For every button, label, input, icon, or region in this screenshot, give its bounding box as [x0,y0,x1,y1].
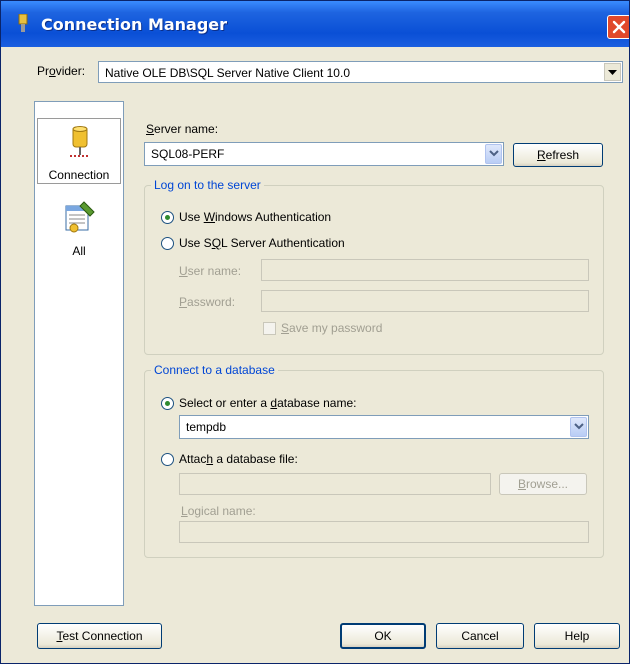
properties-grid-icon [65,201,95,233]
provider-dropdown-button[interactable] [604,63,621,81]
database-group-title: Connect to a database [151,363,278,377]
plug-icon [18,14,28,32]
database-dropdown-button[interactable] [570,417,587,437]
windows-auth-radio[interactable] [161,211,174,224]
select-database-radio[interactable] [161,397,174,410]
logical-name-input[interactable] [179,521,589,543]
password-input[interactable] [261,290,589,312]
sidebar-item-all[interactable]: All [37,198,121,260]
close-button[interactable] [607,15,629,39]
help-button[interactable]: Help [534,623,620,649]
server-name-combo[interactable]: SQL08-PERF [144,142,504,166]
attach-database-label[interactable]: Attach a database file: [179,452,298,466]
database-file-input[interactable] [179,473,491,495]
title-bar[interactable]: Connection Manager [1,1,629,47]
database-name-combo[interactable]: tempdb [179,415,589,439]
windows-auth-label[interactable]: Use Windows Authentication [179,210,331,224]
select-database-label[interactable]: Select or enter a database name: [179,396,356,410]
test-connection-button[interactable]: Test Connection [37,623,162,649]
logon-group-title: Log on to the server [151,178,264,192]
server-name-label: Server name: [146,122,219,136]
database-connection-icon [70,126,90,157]
sql-auth-label[interactable]: Use SQL Server Authentication [179,236,345,250]
page-sidebar: Connection All [34,101,124,606]
ok-button[interactable]: OK [340,623,426,649]
password-label: Password: [179,295,236,309]
refresh-button[interactable]: Refresh [513,143,603,167]
cancel-button[interactable]: Cancel [436,623,524,649]
window-title: Connection Manager [41,15,228,34]
chevron-down-icon [608,70,617,75]
server-dropdown-button[interactable] [485,144,502,164]
save-password-label[interactable]: Save my password [281,321,382,335]
provider-label: Provider: [37,64,86,78]
user-name-label: User name: [179,264,242,278]
user-name-input[interactable] [261,259,589,281]
provider-select[interactable]: Native OLE DB\SQL Server Native Client 1… [98,61,623,83]
attach-database-radio[interactable] [161,453,174,466]
chevron-down-icon [489,150,499,157]
connection-manager-window: Connection Manager Provider: Native OLE … [0,0,630,664]
sidebar-item-label: Connection [48,168,110,182]
save-password-checkbox[interactable] [263,322,276,335]
browse-button[interactable]: Browse... [499,473,587,495]
chevron-down-icon [574,423,584,430]
logical-name-label: Logical name: [181,504,256,518]
sidebar-item-connection[interactable]: Connection [37,118,121,184]
sql-auth-radio[interactable] [161,237,174,250]
sidebar-item-label: All [72,244,86,258]
close-icon [612,20,626,34]
